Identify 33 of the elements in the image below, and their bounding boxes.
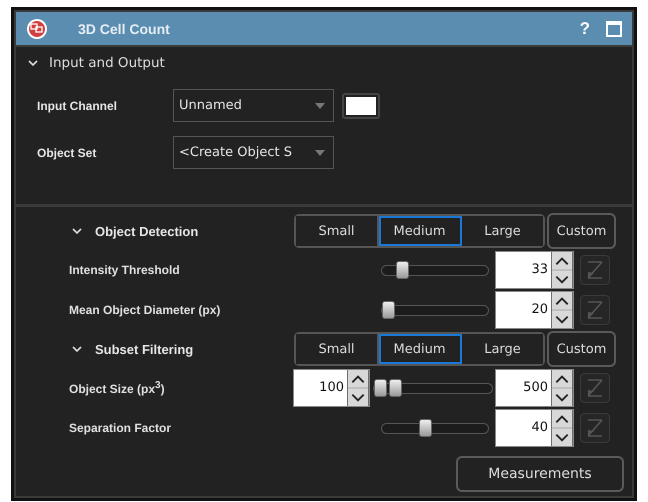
dropdown[interactable]: <Create Object S <box>173 136 334 169</box>
preset-button[interactable]: Small <box>296 334 379 364</box>
parameter-label: Object Size (px$^{3}$) <box>68 380 166 396</box>
window-title: 3D Cell Count <box>78 20 171 36</box>
slider-thumb[interactable] <box>396 260 409 278</box>
chevron-icon[interactable] <box>71 344 83 354</box>
section-title[interactable]: Input and Output <box>49 55 165 71</box>
preset-button[interactable]: Small <box>296 216 379 246</box>
chevron-icon[interactable] <box>27 58 39 68</box>
field-label: Object Set <box>36 146 98 160</box>
section-title[interactable]: Subset Filtering <box>95 342 194 356</box>
measurements-button[interactable]: Measurements <box>456 456 624 492</box>
help-button[interactable]: ? <box>580 18 590 38</box>
custom-button[interactable]: Custom <box>547 213 616 249</box>
dropdown[interactable]: Unnamed <box>173 89 334 122</box>
slider-thumb[interactable] <box>374 378 387 396</box>
parameter-label: Intensity Threshold <box>68 263 181 277</box>
custom-button[interactable]: Custom <box>547 331 616 367</box>
section-title[interactable]: Object Detection <box>95 224 198 238</box>
maximize-icon[interactable] <box>606 20 622 36</box>
parameter-label: Separation Factor <box>68 421 172 435</box>
slider-thumb[interactable] <box>388 378 402 396</box>
parameter-label: Mean Object Diameter (px) <box>68 303 222 317</box>
app-logo-icon <box>26 18 48 40</box>
slider-thumb[interactable] <box>382 300 395 318</box>
slider-thumb[interactable] <box>419 418 432 436</box>
field-label: Input Channel <box>36 98 118 112</box>
dropdown-arrow-icon <box>315 102 325 108</box>
preset-button[interactable]: Medium <box>379 334 462 364</box>
color-swatch[interactable] <box>342 92 380 118</box>
chevron-icon[interactable] <box>71 226 83 236</box>
dropdown-arrow-icon <box>315 150 325 156</box>
preset-button[interactable]: Medium <box>379 216 462 246</box>
